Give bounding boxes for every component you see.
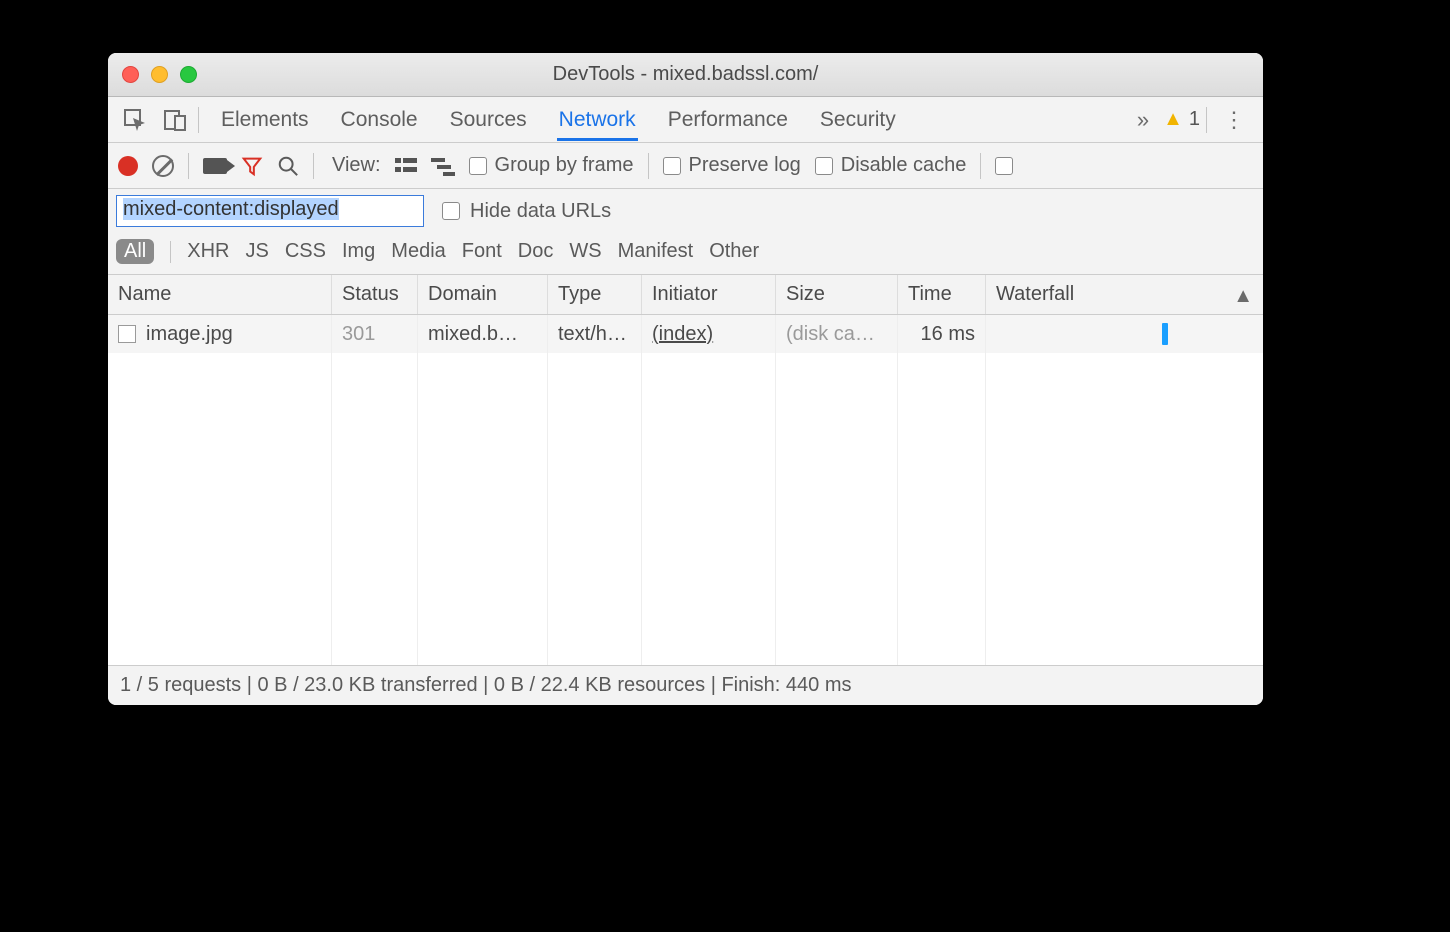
filter-toggle-icon[interactable]: [241, 155, 263, 177]
checkbox-icon: [663, 157, 681, 175]
checkbox-icon: [995, 157, 1013, 175]
panel-tabs: Elements Console Sources Network Perform…: [219, 99, 1123, 141]
cell-initiator: (index): [642, 315, 776, 353]
tab-sources[interactable]: Sources: [448, 99, 529, 141]
separator: [198, 107, 199, 133]
main-tabs-row: Elements Console Sources Network Perform…: [108, 97, 1263, 143]
file-icon: [118, 325, 136, 343]
tab-performance[interactable]: Performance: [666, 99, 790, 141]
tab-security[interactable]: Security: [818, 99, 898, 141]
hide-data-urls-checkbox[interactable]: Hide data URLs: [442, 200, 611, 223]
cell-domain: mixed.b…: [418, 315, 548, 353]
disable-cache-label: Disable cache: [841, 154, 967, 177]
filter-type-css[interactable]: CSS: [285, 240, 326, 263]
large-rows-icon[interactable]: [395, 156, 417, 176]
tab-elements[interactable]: Elements: [219, 99, 311, 141]
col-waterfall-label: Waterfall: [996, 283, 1074, 305]
separator: [188, 153, 189, 179]
separator: [170, 241, 171, 263]
cell-time: 16 ms: [898, 315, 986, 353]
checkbox-icon: [442, 202, 460, 220]
disable-cache-checkbox[interactable]: Disable cache: [815, 154, 967, 177]
waterfall-bar: [1162, 323, 1168, 345]
filter-type-js[interactable]: JS: [245, 240, 268, 263]
record-button[interactable]: [118, 156, 138, 176]
cell-type: text/h…: [548, 315, 642, 353]
screenshots-icon[interactable]: [203, 158, 227, 174]
hide-data-urls-label: Hide data URLs: [470, 200, 611, 223]
group-by-frame-label: Group by frame: [495, 154, 634, 177]
table-body: image.jpg 301 mixed.b… text/h… (index) (…: [108, 315, 1263, 665]
filter-type-media[interactable]: Media: [391, 240, 445, 263]
network-toolbar: View: Group by frame Preserve log Disabl…: [108, 143, 1263, 189]
filter-type-doc[interactable]: Doc: [518, 240, 554, 263]
col-initiator[interactable]: Initiator: [642, 275, 776, 314]
window-title: DevTools - mixed.badssl.com/: [108, 63, 1263, 86]
filter-type-all[interactable]: All: [116, 239, 154, 264]
cell-name-text: image.jpg: [146, 323, 233, 346]
filter-type-font[interactable]: Font: [462, 240, 502, 263]
titlebar: DevTools - mixed.badssl.com/: [108, 53, 1263, 97]
col-size[interactable]: Size: [776, 275, 898, 314]
col-status[interactable]: Status: [332, 275, 418, 314]
separator: [313, 153, 314, 179]
group-by-frame-checkbox[interactable]: Group by frame: [469, 154, 634, 177]
col-waterfall[interactable]: Waterfall ▲: [986, 275, 1263, 314]
cell-size: (disk ca…: [776, 315, 898, 353]
table-header: Name Status Domain Type Initiator Size T…: [108, 275, 1263, 315]
requests-table: Name Status Domain Type Initiator Size T…: [108, 275, 1263, 665]
warning-triangle-icon: ▲: [1163, 108, 1183, 131]
preserve-log-label: Preserve log: [689, 154, 801, 177]
tab-network[interactable]: Network: [557, 99, 638, 141]
col-type[interactable]: Type: [548, 275, 642, 314]
status-text: 1 / 5 requests | 0 B / 23.0 KB transferr…: [120, 674, 852, 697]
search-icon[interactable]: [277, 155, 299, 177]
col-name[interactable]: Name: [108, 275, 332, 314]
view-label: View:: [332, 154, 381, 177]
tab-console[interactable]: Console: [339, 99, 420, 141]
filter-input-value: mixed-content:displayed: [123, 198, 339, 220]
filter-type-other[interactable]: Other: [709, 240, 759, 263]
devtools-window: DevTools - mixed.badssl.com/ Elements Co…: [108, 53, 1263, 705]
warnings-badge[interactable]: ▲ 1: [1163, 108, 1200, 131]
status-bar: 1 / 5 requests | 0 B / 23.0 KB transferr…: [108, 665, 1263, 705]
filter-type-ws[interactable]: WS: [569, 240, 601, 263]
col-time[interactable]: Time: [898, 275, 986, 314]
filter-type-xhr[interactable]: XHR: [187, 240, 229, 263]
cell-name: image.jpg: [108, 315, 332, 353]
initiator-link[interactable]: (index): [652, 323, 713, 346]
checkbox-icon: [815, 157, 833, 175]
cell-waterfall: [986, 315, 1263, 353]
more-tabs-chevron-icon[interactable]: »: [1129, 107, 1157, 133]
clear-button[interactable]: [152, 155, 174, 177]
separator: [980, 153, 981, 179]
sort-asc-icon: ▲: [1233, 285, 1253, 308]
filter-type-img[interactable]: Img: [342, 240, 375, 263]
inspect-element-icon[interactable]: [118, 103, 152, 137]
checkbox-icon: [469, 157, 487, 175]
separator: [648, 153, 649, 179]
filter-type-manifest[interactable]: Manifest: [618, 240, 694, 263]
preserve-log-checkbox[interactable]: Preserve log: [663, 154, 801, 177]
separator: [1206, 107, 1207, 133]
device-toolbar-icon[interactable]: [158, 103, 192, 137]
resource-type-filters: All XHR JS CSS Img Media Font Doc WS Man…: [116, 235, 1255, 270]
filter-input[interactable]: mixed-content:displayed: [116, 195, 424, 227]
settings-kebab-icon[interactable]: ⋮: [1213, 107, 1255, 133]
col-domain[interactable]: Domain: [418, 275, 548, 314]
filter-bar: mixed-content:displayed Hide data URLs A…: [108, 189, 1263, 275]
offline-checkbox-partial[interactable]: [995, 157, 1013, 175]
cell-status: 301: [332, 315, 418, 353]
waterfall-view-icon[interactable]: [431, 156, 455, 176]
table-row[interactable]: image.jpg 301 mixed.b… text/h… (index) (…: [108, 315, 1263, 353]
warning-count: 1: [1189, 108, 1200, 131]
